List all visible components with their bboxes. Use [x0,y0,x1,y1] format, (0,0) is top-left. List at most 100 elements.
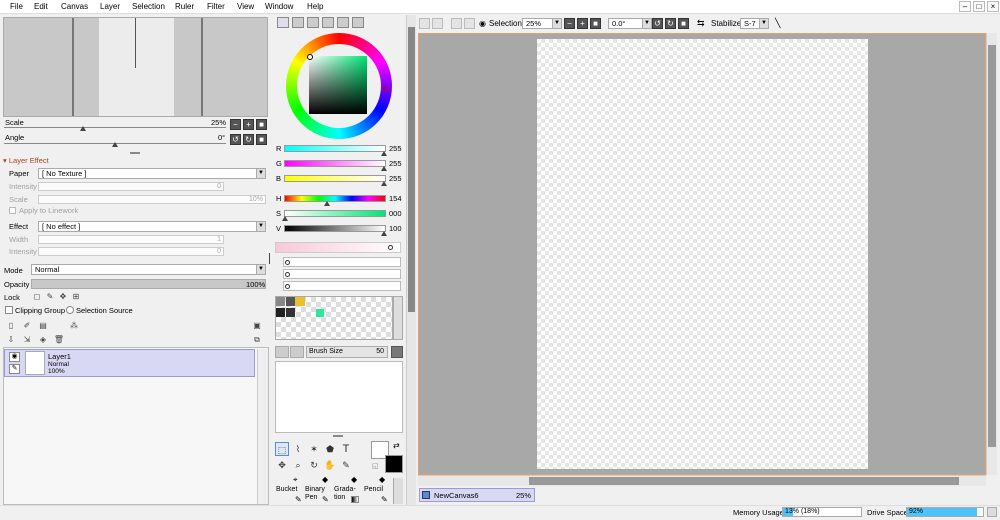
s-thumb[interactable] [282,216,288,221]
eye-icon[interactable]: ◉ [9,352,20,362]
zoom-reset-button[interactable]: ■ [590,18,601,29]
layer-settings-icon[interactable]: ⧉ [251,334,263,346]
brush-size-field[interactable]: Brush Size 50 [306,346,388,358]
clipping-group-checkbox[interactable] [5,306,13,314]
stabilizer-select[interactable]: S-7 ▼ [740,18,769,29]
color-wheel-tab-icon[interactable] [277,17,289,28]
text-tool[interactable]: T [339,442,353,456]
menu-view[interactable]: View [237,2,254,11]
nav-scale-slider[interactable] [4,127,226,128]
paper-select[interactable]: [ No Texture ] ▼ [38,168,266,179]
line-tool-icon[interactable]: ╲ [775,18,780,29]
g-slider[interactable] [284,160,386,167]
zoom-in-button[interactable]: + [243,119,254,130]
lock-paint-icon[interactable]: ✎ [44,291,56,303]
mixer-tab-icon[interactable] [322,17,334,28]
mixer-dot[interactable] [285,284,290,289]
mixer-bar-4[interactable] [283,281,401,291]
mixer-bar-1[interactable] [275,242,401,253]
swatch[interactable] [276,308,285,317]
mixer-dot[interactable] [285,260,290,265]
swatch[interactable] [276,297,285,306]
delete-layer-icon[interactable]: 🗑 [53,334,65,346]
swatch-scrollbar[interactable] [393,296,403,340]
intensity-field[interactable]: 0 [38,182,224,191]
transfer-down-icon[interactable]: ⇩ [5,334,17,346]
swatch[interactable] [286,297,295,306]
navigator-preview[interactable] [3,17,268,117]
horizontal-scrollbar-thumb[interactable] [529,477,959,485]
eye-icon[interactable]: ◉ [479,19,486,28]
swap-colors-icon[interactable]: ⇄ [393,441,400,450]
menu-window[interactable]: Window [265,2,293,11]
rotate-tool[interactable]: ↻ [307,458,321,472]
panel-scrollbar[interactable] [406,15,416,505]
hand-tool[interactable]: ✋ [323,458,337,472]
nav-scale-thumb[interactable] [80,126,86,131]
brush-preset-button[interactable] [275,346,289,358]
hsv-slider-tab-icon[interactable] [307,17,319,28]
menu-help[interactable]: Help [307,2,323,11]
new-folder-icon[interactable]: ▤ [37,320,49,332]
rotate-right-button[interactable]: ↻ [665,18,676,29]
rotate-reset-button[interactable]: ■ [678,18,689,29]
lock-move-icon[interactable]: ✥ [57,291,69,303]
selection-source-radio[interactable] [66,306,74,314]
move-tool[interactable]: ✥ [275,458,289,472]
rotate-left-button[interactable]: ↺ [652,18,663,29]
canvas-vertical-scrollbar[interactable] [986,33,997,475]
brush-size-menu-button[interactable] [391,346,403,358]
opacity-slider[interactable] [31,279,266,289]
redo-button[interactable] [432,18,443,29]
zoom-out-button[interactable]: − [230,119,241,130]
r-value[interactable]: 255 [389,144,402,153]
invert-selection-button[interactable] [464,18,475,29]
close-button[interactable]: × [987,1,999,12]
v-value[interactable]: 100 [389,224,402,233]
apply-linework-checkbox[interactable] [9,207,16,214]
mixer-dot[interactable] [285,272,290,277]
swatch[interactable] [316,309,324,317]
merge-down-icon[interactable]: ⇲ [21,334,33,346]
magic-wand-tool[interactable]: ✶ [307,442,321,456]
panel-scrollbar-thumb[interactable] [408,27,415,312]
panel-menu-icon[interactable]: ▣ [251,320,263,332]
undo-button[interactable] [419,18,430,29]
panel-splitter[interactable] [130,152,140,154]
rotate-right-button[interactable]: ↻ [243,134,254,145]
g-value[interactable]: 255 [389,159,402,168]
sv-cursor[interactable] [307,54,313,60]
mixer-bar-2[interactable] [283,257,401,267]
zoom-tool[interactable]: ⌕ [291,458,305,472]
lock-transparency-icon[interactable]: ◻ [31,291,43,303]
width-field[interactable]: 1 [38,235,224,244]
menu-file[interactable]: File [10,2,23,11]
h-thumb[interactable] [324,201,330,206]
menu-selection[interactable]: Selection [132,2,165,11]
b-value[interactable]: 255 [389,174,402,183]
canvas-horizontal-scrollbar[interactable] [418,475,986,486]
menu-canvas[interactable]: Canvas [61,2,88,11]
menu-edit[interactable]: Edit [34,2,48,11]
brush-preset-button[interactable] [290,346,304,358]
maximize-button[interactable]: □ [973,1,985,12]
v-thumb[interactable] [381,231,387,236]
texture-scale-field[interactable]: 10% [38,195,266,204]
zoom-out-button[interactable]: − [564,18,575,29]
rect-select-tool[interactable]: ⬚ [275,442,289,456]
deselect-button[interactable] [451,18,462,29]
s-slider[interactable] [284,210,386,217]
canvas-tab[interactable]: NewCanvas6 25% [419,488,535,502]
pencil-tool[interactable]: Pencil [364,486,383,493]
panel-splitter[interactable] [333,435,343,437]
layer-effect-header[interactable]: ▾ Layer Effect [3,156,49,165]
lock-all-icon[interactable]: ⊞ [70,291,82,303]
menu-filter[interactable]: Filter [207,2,225,11]
hue-cursor[interactable] [383,86,389,92]
flip-horizontal-icon[interactable]: ⇆ [697,18,705,29]
mixer-bar-3[interactable] [283,269,401,279]
new-layer-icon[interactable]: ▯ [5,320,17,332]
g-thumb[interactable] [381,166,387,171]
zoom-select[interactable]: 25% ▼ [522,18,562,29]
layer-options-icon[interactable]: ⁂ [68,320,80,332]
